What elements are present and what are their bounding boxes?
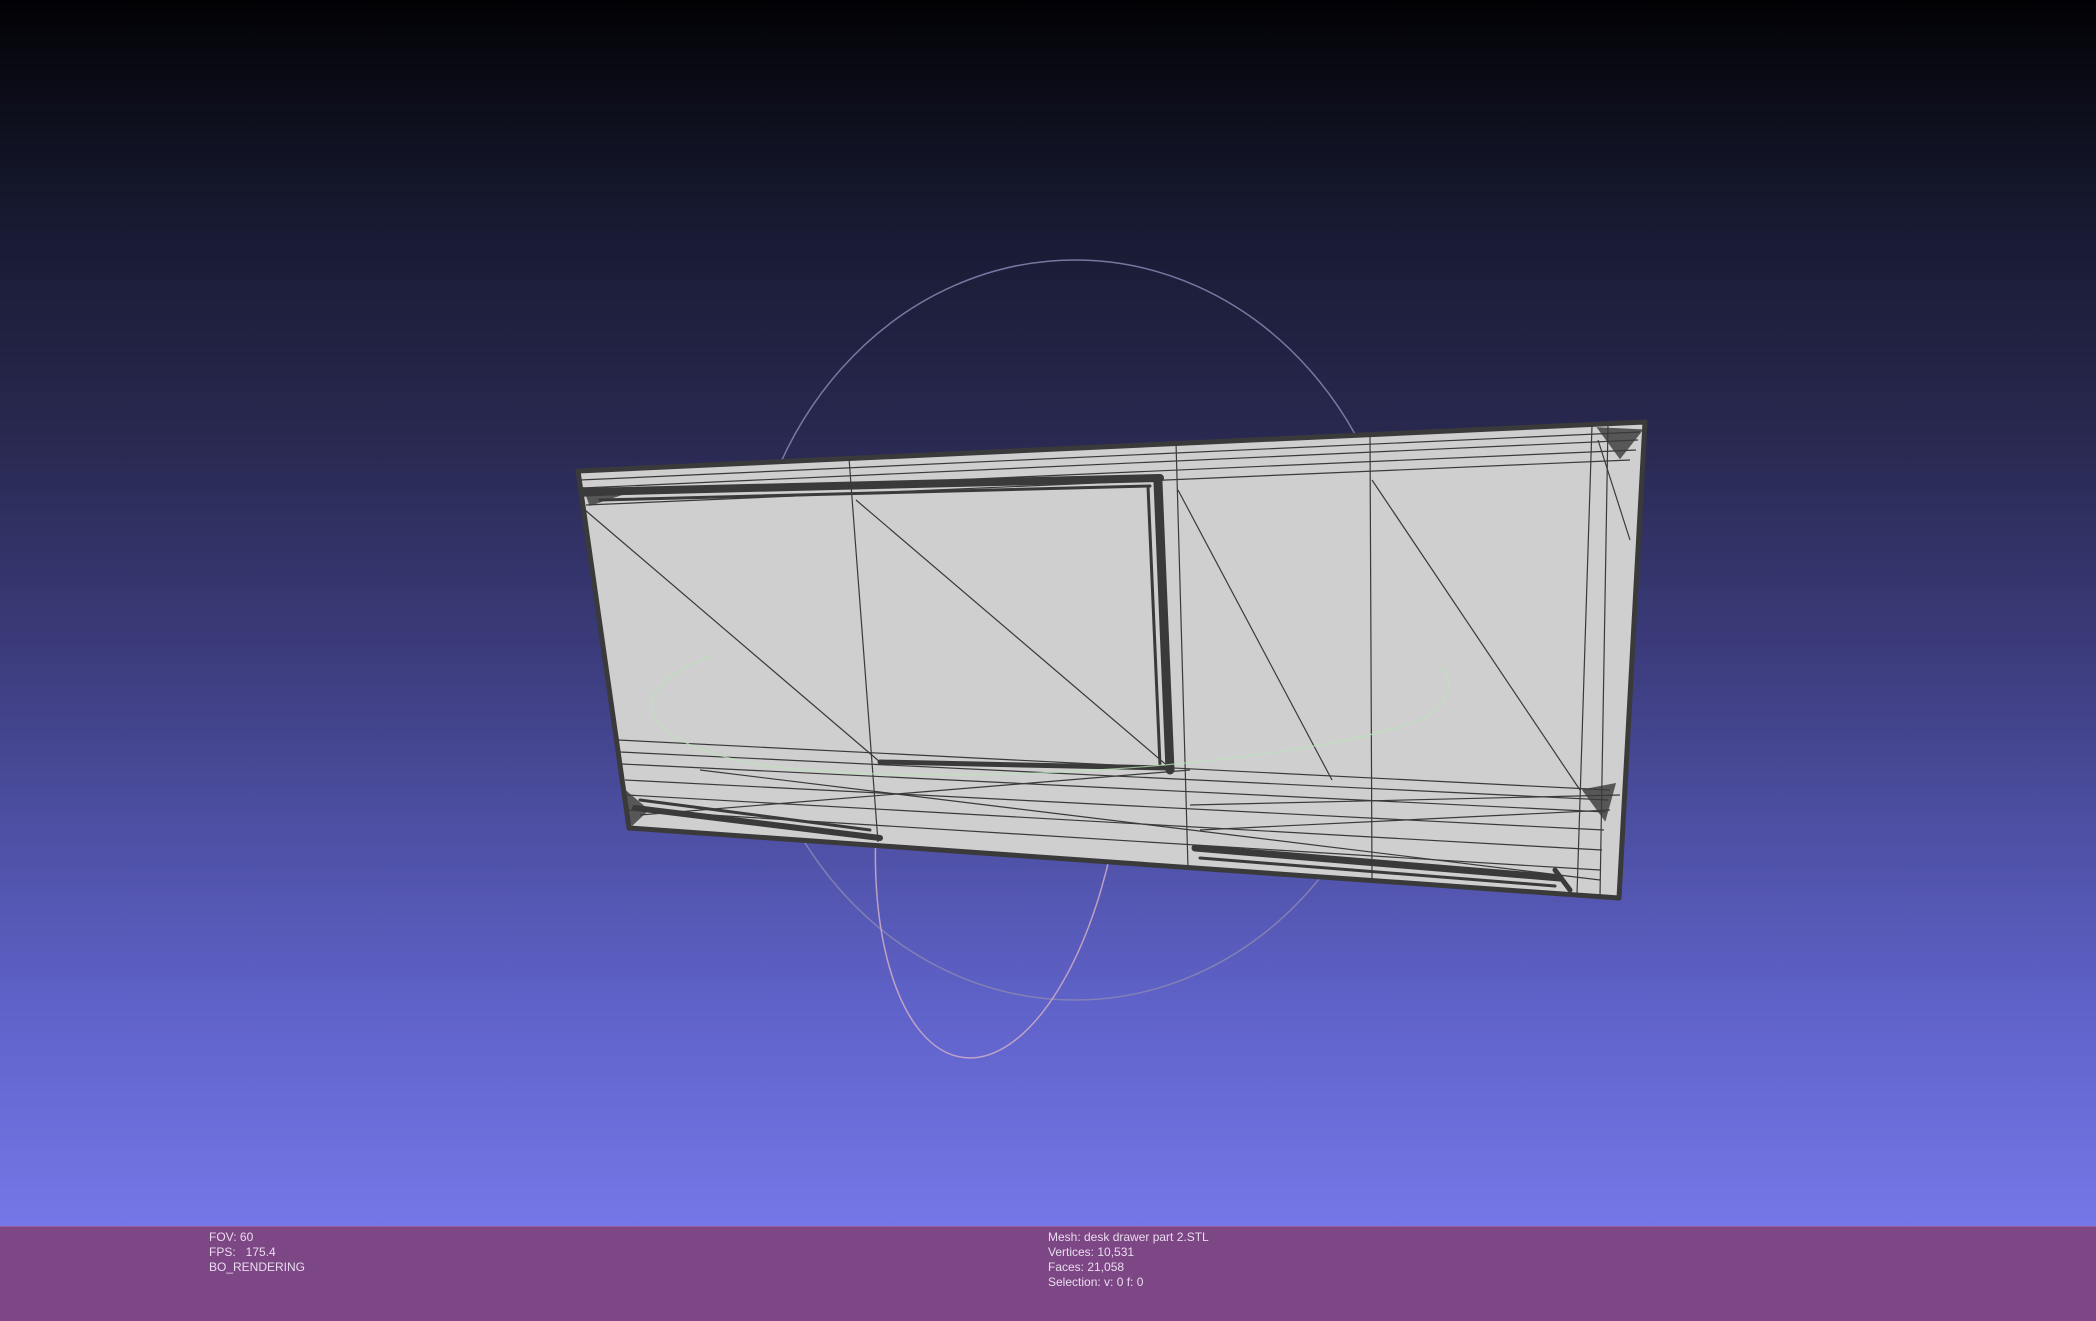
status-info-bar: FOV: 60 FPS: 175.4 BO_RENDERING Mesh: de… <box>0 1226 2096 1321</box>
render-mode-readout: BO_RENDERING <box>209 1260 306 1274</box>
faces-readout: Faces: 21,058 <box>1048 1260 1125 1274</box>
vertices-readout: Vertices: 10,531 <box>1048 1245 1135 1259</box>
scene-canvas[interactable] <box>0 0 2096 1226</box>
render-info-panel: FOV: 60 FPS: 175.4 BO_RENDERING <box>209 1230 305 1275</box>
fov-readout: FOV: 60 <box>209 1230 254 1244</box>
mesh-name-readout: Mesh: desk drawer part 2.STL <box>1048 1230 1209 1244</box>
selection-readout: Selection: v: 0 f: 0 <box>1048 1275 1144 1289</box>
mesh-desk-drawer[interactable] <box>575 419 1648 901</box>
3d-viewport[interactable] <box>0 0 2096 1226</box>
fps-readout: FPS: 175.4 <box>209 1245 276 1259</box>
mesh-info-panel: Mesh: desk drawer part 2.STL Vertices: 1… <box>1048 1230 1209 1290</box>
mesh-face <box>575 419 1648 901</box>
